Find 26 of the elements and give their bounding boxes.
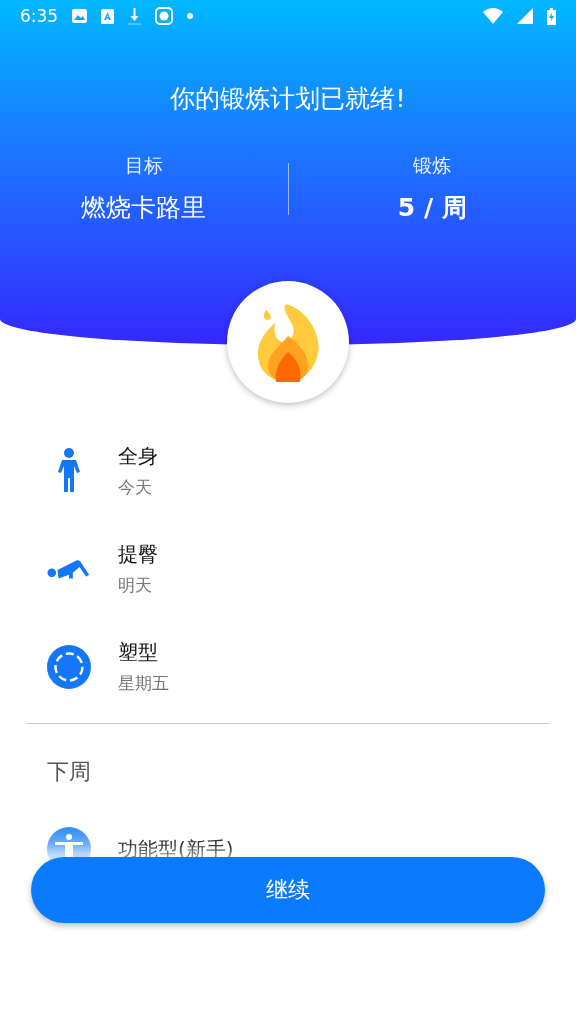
workout-name: 提臀 bbox=[118, 541, 158, 568]
flame-icon bbox=[256, 302, 320, 382]
image-icon bbox=[72, 9, 88, 23]
standing-person-icon bbox=[56, 448, 82, 494]
dashed-circle-icon bbox=[47, 645, 91, 689]
signal-icon bbox=[517, 8, 533, 24]
workout-name: 全身 bbox=[118, 443, 158, 470]
workout-day: 明天 bbox=[118, 574, 158, 597]
continue-button[interactable]: 继续 bbox=[31, 857, 545, 923]
app-icon bbox=[155, 7, 174, 25]
battery-icon bbox=[547, 7, 556, 25]
font-icon bbox=[101, 8, 115, 24]
workout-day: 星期五 bbox=[118, 672, 169, 695]
stat-label: 目标 bbox=[124, 153, 163, 178]
section-heading: 下周 bbox=[46, 758, 92, 786]
dot-icon bbox=[187, 13, 194, 19]
wifi-icon bbox=[483, 8, 503, 24]
workout-name: 塑型 bbox=[118, 639, 159, 666]
exercise-figure-icon bbox=[47, 558, 91, 580]
workout-day: 今天 bbox=[118, 476, 158, 499]
plan-title: 你的锻炼计划已就绪! bbox=[169, 83, 407, 115]
status-time: 6:35 bbox=[20, 6, 59, 26]
stat-label: 锻炼 bbox=[413, 153, 452, 178]
stat-value: 5 / 周 bbox=[397, 192, 467, 224]
stat-value: 燃烧卡路里 bbox=[81, 192, 207, 224]
download-icon bbox=[128, 7, 142, 25]
